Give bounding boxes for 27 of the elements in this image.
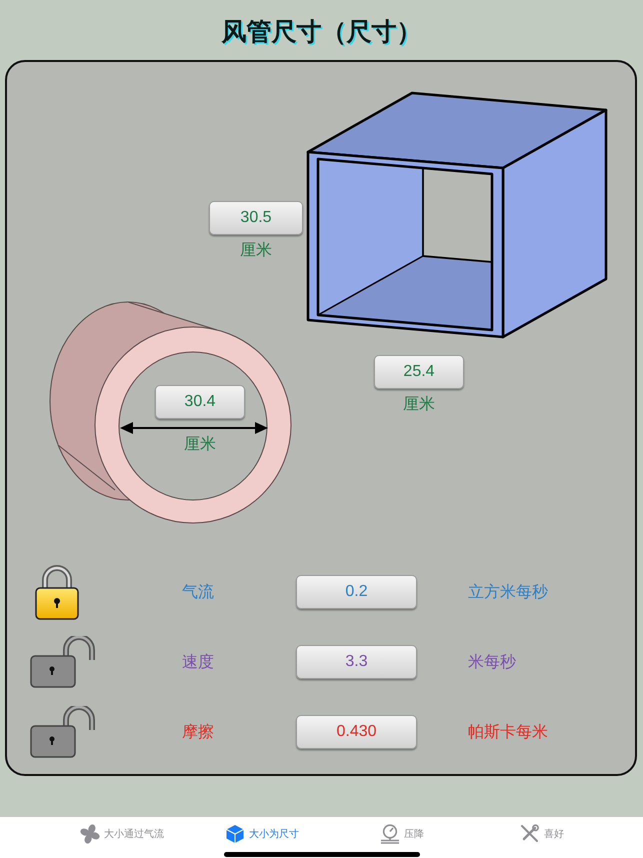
padlock-icon[interactable] bbox=[35, 564, 79, 620]
unit-label: 厘米 bbox=[184, 435, 216, 454]
unit-label: 米每秒 bbox=[468, 652, 517, 672]
height-value-button[interactable]: 30.5 bbox=[209, 201, 303, 235]
parameter-label: 摩擦 bbox=[182, 722, 214, 742]
parameter-value-button[interactable]: 0.2 bbox=[296, 575, 417, 609]
diameter-value-button[interactable]: 30.4 bbox=[155, 385, 245, 419]
parameter-label: 速度 bbox=[182, 652, 214, 672]
gauge-icon bbox=[380, 824, 400, 844]
tab[interactable]: 压降 bbox=[332, 822, 472, 846]
parameter-label: 气流 bbox=[182, 582, 214, 602]
unit-label: 厘米 bbox=[240, 241, 272, 260]
unit-label: 厘米 bbox=[403, 395, 435, 414]
width-value-button[interactable]: 25.4 bbox=[374, 355, 464, 389]
tab[interactable]: 大小通过气流 bbox=[52, 822, 192, 846]
tools-icon bbox=[520, 824, 540, 844]
tab[interactable]: 喜好 bbox=[472, 822, 612, 846]
fan-icon bbox=[80, 824, 100, 844]
unit-label: 帕斯卡每米 bbox=[468, 722, 549, 742]
tab[interactable]: 大小为尺寸 bbox=[192, 822, 332, 846]
open-padlock-icon[interactable] bbox=[30, 706, 98, 758]
screen-title: 风管尺寸（尺寸） bbox=[222, 17, 422, 47]
parameter-value-button[interactable]: 0.430 bbox=[296, 715, 417, 749]
unit-label: 立方米每秒 bbox=[468, 582, 549, 602]
cube-icon bbox=[225, 824, 245, 844]
open-padlock-icon[interactable] bbox=[30, 636, 98, 688]
parameter-value-button[interactable]: 3.3 bbox=[296, 645, 417, 679]
